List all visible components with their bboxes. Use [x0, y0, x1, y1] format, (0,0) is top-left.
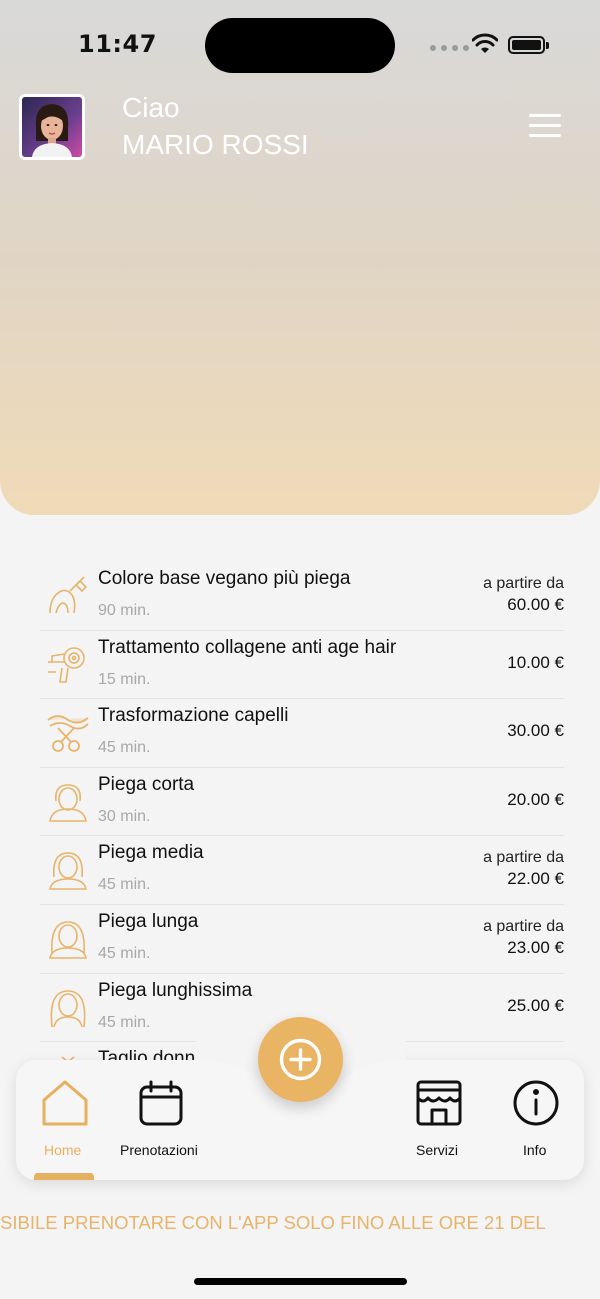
service-name: Piega corta: [98, 773, 195, 795]
service-price: 30.00 €: [507, 721, 564, 741]
medium-hair-icon: [49, 852, 87, 891]
add-booking-button[interactable]: [258, 1017, 343, 1102]
home-icon: [42, 1080, 88, 1126]
tab-info-label: Info: [523, 1142, 547, 1158]
notice-ticker: SIBILE PRENOTARE CON L'APP SOLO FINO ALL…: [0, 1212, 546, 1233]
short-hair-icon: [49, 783, 87, 822]
service-name: Piega lunga: [98, 910, 199, 932]
long-hair-icon: [49, 921, 87, 959]
active-tab-indicator: [34, 1173, 94, 1180]
service-price: 23.00 €: [507, 937, 564, 957]
tab-home[interactable]: Home: [30, 1060, 100, 1180]
service-row[interactable]: Colore base vegano più piega 90 min. a p…: [40, 562, 564, 631]
service-name: Piega media: [98, 842, 204, 864]
service-list: Colore base vegano più piega 90 min. a p…: [40, 562, 564, 1062]
very-long-hair-icon: [50, 989, 86, 1027]
service-name: Piega lunghissima: [98, 979, 253, 1001]
service-price: 22.00 €: [507, 869, 564, 889]
price-prefix: a partire da: [483, 849, 564, 867]
user-name: MARIO ROSSI: [122, 129, 309, 160]
hairdryer-icon: [48, 646, 85, 683]
calendar-icon: [139, 1080, 183, 1126]
tab-info[interactable]: Info: [510, 1060, 570, 1180]
service-price: 20.00 €: [507, 789, 564, 809]
status-time: 11:47: [78, 30, 157, 58]
service-row[interactable]: Trasformazione capelli 45 min. 30.00 €: [40, 699, 564, 768]
scissors-icon: [47, 715, 89, 753]
tab-bookings-label: Prenotazioni: [120, 1142, 198, 1158]
service-price: 60.00 €: [507, 595, 564, 614]
service-duration: 45 min.: [98, 876, 151, 894]
service-row[interactable]: Piega media 45 min. a partire da 22.00 €: [40, 836, 564, 905]
home-indicator[interactable]: [194, 1278, 407, 1285]
tab-services-label: Servizi: [416, 1142, 459, 1158]
wifi-icon: [472, 33, 498, 53]
service-row[interactable]: Trattamento collagene anti age hair 15 m…: [40, 631, 564, 700]
price-prefix: a partire da: [483, 917, 564, 935]
service-duration: 45 min.: [98, 739, 151, 757]
service-name: Trattamento collagene anti age hair: [98, 636, 397, 658]
hamburger-menu-icon[interactable]: [529, 114, 561, 138]
hair-dye-icon: [49, 576, 88, 614]
service-row[interactable]: Piega lunga 45 min. a partire da 23.00 €: [40, 905, 564, 974]
dynamic-island: [205, 18, 395, 73]
greeting-text: Ciao: [122, 92, 180, 123]
service-duration: 15 min.: [98, 670, 151, 688]
tab-home-label: Home: [44, 1142, 82, 1158]
price-prefix: a partire da: [483, 575, 564, 592]
service-price: 10.00 €: [507, 652, 564, 672]
cellular-signal-icon: [430, 45, 469, 51]
shop-icon: [416, 1080, 462, 1126]
battery-icon: [508, 36, 549, 54]
service-price: 25.00 €: [507, 995, 564, 1015]
avatar[interactable]: [19, 94, 85, 160]
status-bar: 11:47: [0, 0, 600, 90]
service-name: Trasformazione capelli: [98, 705, 289, 727]
service-duration: 90 min.: [98, 602, 151, 619]
service-duration: 45 min.: [98, 1013, 151, 1031]
service-name: Colore base vegano più piega: [98, 568, 351, 589]
service-row[interactable]: Piega corta 30 min. 20.00 €: [40, 768, 564, 837]
plus-circle-icon: [279, 1038, 322, 1081]
service-duration: 30 min.: [98, 807, 151, 825]
service-duration: 45 min.: [98, 944, 151, 962]
tab-services[interactable]: Servizi: [408, 1060, 478, 1180]
avatar-portrait-icon: [32, 104, 72, 157]
info-icon: [513, 1080, 559, 1126]
